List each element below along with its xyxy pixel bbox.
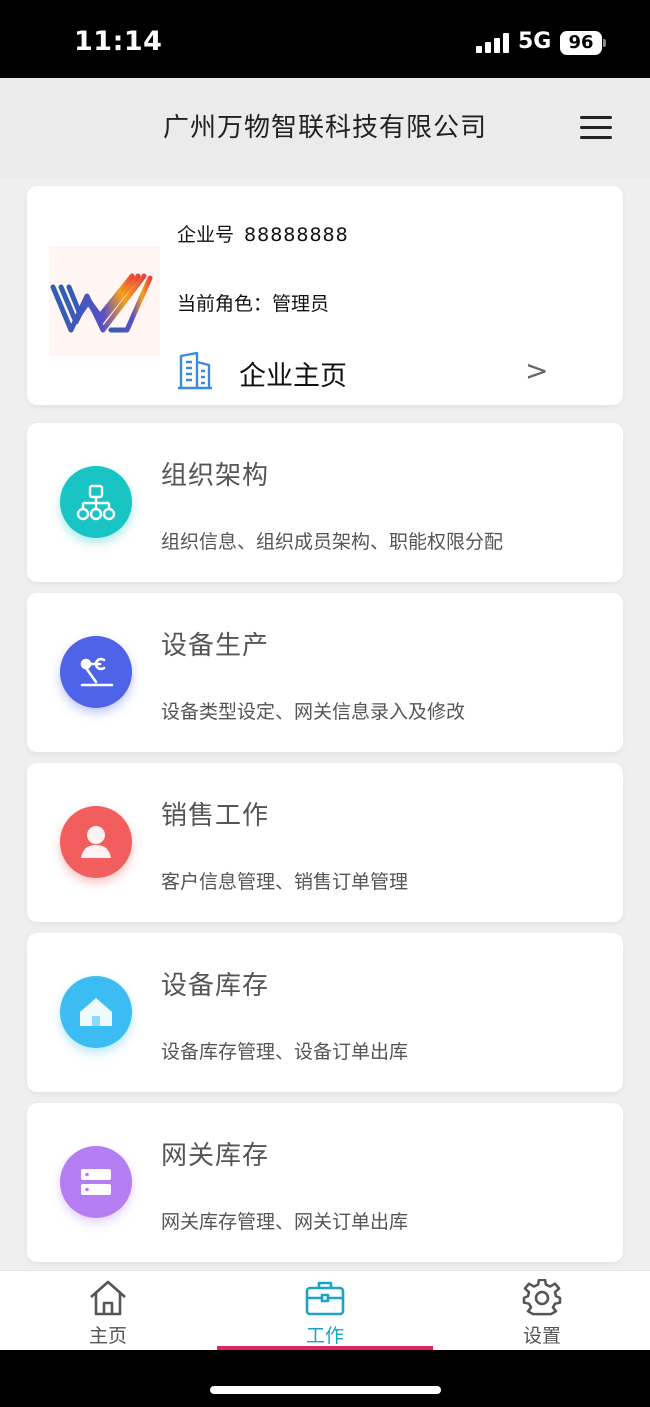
enterprise-value: 88888888 — [244, 224, 349, 246]
module-card-gateway-inventory[interactable]: 网关库存 网关库存管理、网关订单出库 — [27, 1103, 623, 1262]
module-description: 组织信息、组织成员架构、职能权限分配 — [161, 531, 504, 553]
module-description: 客户信息管理、销售订单管理 — [161, 871, 409, 893]
company-logo — [49, 246, 160, 356]
enterprise-number: 企业号 88888888 — [177, 220, 349, 247]
person-icon — [60, 806, 132, 878]
tab-work[interactable]: 工作 — [217, 1271, 433, 1351]
status-bar: 11:14 5G 96 — [0, 0, 650, 78]
status-time: 11:14 — [74, 26, 163, 57]
module-title: 设备生产 — [161, 631, 270, 661]
current-role: 当前角色：管理员 — [177, 289, 329, 316]
screen: 11:14 5G 96 广州万物智联科技有限公司 企业号 88888888 当前… — [0, 0, 650, 1407]
module-title: 销售工作 — [161, 801, 270, 831]
tab-home[interactable]: 主页 — [0, 1271, 216, 1351]
module-card-device-production[interactable]: 设备生产 设备类型设定、网关信息录入及修改 — [27, 593, 623, 752]
module-description: 网关库存管理、网关订单出库 — [161, 1211, 409, 1233]
building-icon — [178, 352, 212, 390]
chevron-right-icon: > — [525, 354, 549, 387]
role-label: 当前角色： — [177, 293, 273, 315]
battery-icon: 96 — [560, 31, 602, 55]
org-chart-icon — [60, 466, 132, 538]
module-title: 设备库存 — [161, 971, 270, 1001]
tab-label: 工作 — [305, 1325, 344, 1347]
gear-icon — [522, 1279, 562, 1316]
briefcase-icon — [305, 1281, 345, 1316]
company-card: 企业号 88888888 当前角色：管理员 企业主页 > — [27, 186, 623, 405]
server-icon — [60, 1146, 132, 1218]
system-bottom-area — [0, 1350, 650, 1407]
battery-tip — [603, 39, 606, 47]
module-card-sales[interactable]: 销售工作 客户信息管理、销售订单管理 — [27, 763, 623, 922]
tab-label: 设置 — [522, 1325, 561, 1347]
module-description: 设备类型设定、网关信息录入及修改 — [161, 701, 466, 723]
home-indicator[interactable] — [210, 1386, 441, 1394]
menu-icon[interactable] — [580, 116, 612, 140]
signal-icon — [476, 33, 510, 53]
enterprise-home-link[interactable]: 企业主页 > — [177, 350, 577, 394]
network-type: 5G — [518, 29, 552, 54]
module-title: 网关库存 — [161, 1141, 270, 1171]
bottom-tab-bar: 主页 工作 设置 — [0, 1270, 650, 1350]
enterprise-home-label: 企业主页 — [239, 361, 347, 392]
enterprise-label: 企业号 — [177, 224, 235, 246]
house-icon — [60, 976, 132, 1048]
tab-settings[interactable]: 设置 — [434, 1271, 650, 1351]
app-header: 广州万物智联科技有限公司 — [0, 78, 650, 178]
module-card-device-inventory[interactable]: 设备库存 设备库存管理、设备订单出库 — [27, 933, 623, 1092]
home-icon — [90, 1280, 126, 1316]
tab-label: 主页 — [88, 1325, 127, 1347]
module-description: 设备库存管理、设备订单出库 — [161, 1041, 409, 1063]
module-title: 组织架构 — [161, 461, 270, 491]
role-value: 管理员 — [272, 293, 330, 315]
page-title: 广州万物智联科技有限公司 — [162, 113, 487, 143]
module-card-organization[interactable]: 组织架构 组织信息、组织成员架构、职能权限分配 — [27, 423, 623, 582]
robot-arm-icon — [60, 636, 132, 708]
